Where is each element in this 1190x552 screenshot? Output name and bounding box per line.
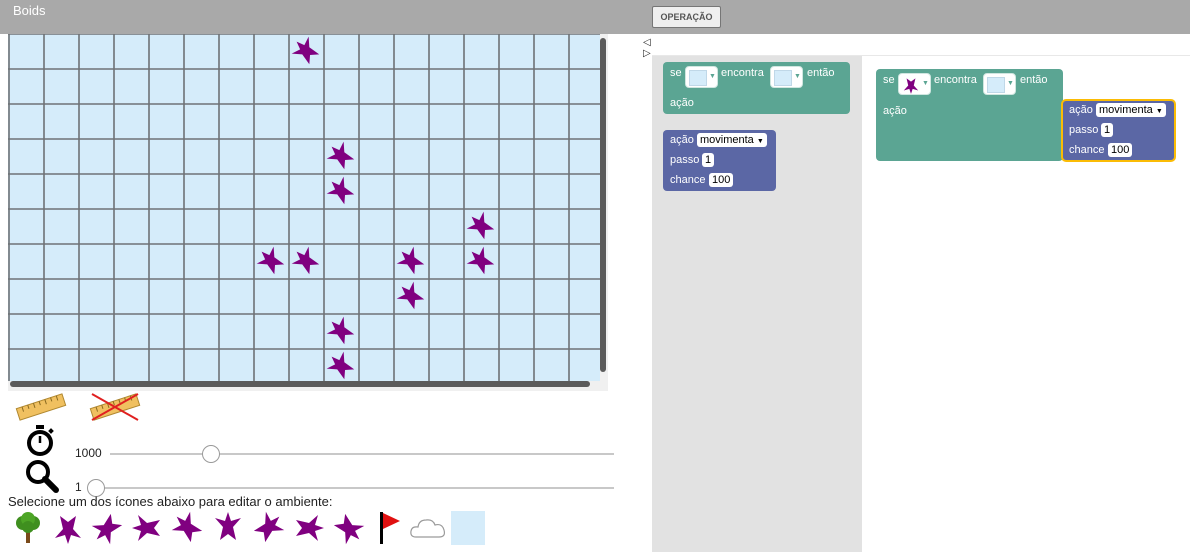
ruler-disabled-icon[interactable] <box>88 390 142 424</box>
operation-button[interactable]: OPERAÇÃO <box>652 6 721 28</box>
horizontal-scrollbar[interactable] <box>10 381 590 387</box>
bird-up-right-icon[interactable] <box>248 510 288 546</box>
action-label: ação <box>883 105 907 117</box>
grid-background[interactable] <box>8 34 600 381</box>
collapse-left-icon[interactable]: ◁ <box>643 37 651 48</box>
finds-label: encontra <box>934 74 977 86</box>
empty-cell-icon[interactable] <box>448 510 488 546</box>
step-field[interactable]: 1 <box>702 153 715 167</box>
grid-canvas[interactable] <box>8 34 600 381</box>
speed-slider-thumb[interactable] <box>201 445 220 463</box>
expand-right-icon[interactable]: ▷ <box>643 48 651 59</box>
object-slot[interactable]: ▼ <box>770 66 803 88</box>
then-label: então <box>807 67 835 79</box>
if-label: se <box>883 74 895 86</box>
zoom-value: 1 <box>75 480 82 494</box>
tree-icon[interactable] <box>8 510 48 546</box>
object-slot[interactable]: ▼ <box>983 73 1016 95</box>
bird-down-left-icon[interactable] <box>88 510 128 546</box>
chevron-down-icon: ▼ <box>1155 108 1163 115</box>
action-label: ação <box>670 134 694 146</box>
stopwatch-icon <box>27 425 54 456</box>
world-grid[interactable] <box>8 34 608 391</box>
bird-down-right-icon[interactable] <box>328 510 368 546</box>
bird-right-icon[interactable] <box>288 510 328 546</box>
flag-icon[interactable] <box>368 510 408 546</box>
chance-field[interactable]: 100 <box>1108 143 1133 157</box>
action-dropdown[interactable]: movimenta ▼ <box>1096 103 1166 117</box>
ruler-icon[interactable] <box>14 392 68 422</box>
step-field[interactable]: 1 <box>1101 123 1114 137</box>
top-bar: Boids <box>0 0 1190 34</box>
palette <box>8 510 488 546</box>
palette-hint: Selecione um dos ícones abaixo para edit… <box>8 494 333 509</box>
workspace-if-block[interactable]: se ▼ encontra ▼ então ação <box>876 69 1063 161</box>
speed-value: 1000 <box>75 446 102 460</box>
magnifier-icon <box>26 460 59 493</box>
workspace-action-block[interactable]: ação movimenta ▼ passo 1 chance 100 <box>1061 99 1176 162</box>
chevron-down-icon: ▼ <box>756 138 764 145</box>
chance-label: chance <box>670 174 706 186</box>
flyout-action-block[interactable]: ação movimenta ▼ passo 1 chance 100 <box>663 130 776 191</box>
step-label: passo <box>1069 124 1099 136</box>
app-title: Boids <box>13 3 46 18</box>
vertical-scrollbar[interactable] <box>600 38 606 372</box>
action-label: ação <box>1069 104 1093 116</box>
finds-label: encontra <box>721 67 764 79</box>
subject-slot[interactable]: ▼ <box>898 73 931 95</box>
bird-up-icon[interactable] <box>208 510 248 546</box>
action-dropdown[interactable]: movimenta ▼ <box>697 133 767 147</box>
bird-left-icon[interactable] <box>128 510 168 546</box>
cloud-icon[interactable] <box>408 510 448 546</box>
step-label: passo <box>670 154 700 166</box>
bird-down-icon[interactable] <box>48 510 88 546</box>
subject-slot[interactable]: ▼ <box>685 66 718 88</box>
then-label: então <box>1020 74 1048 86</box>
action-label: ação <box>670 97 694 109</box>
chance-field[interactable]: 100 <box>709 173 734 187</box>
if-label: se <box>670 67 682 79</box>
zoom-slider[interactable] <box>88 487 614 489</box>
speed-slider[interactable] <box>110 453 614 455</box>
flyout-if-block[interactable]: se ▼ encontra ▼ então ação <box>663 62 850 114</box>
chance-label: chance <box>1069 144 1105 156</box>
bird-up-left-icon[interactable] <box>168 510 208 546</box>
